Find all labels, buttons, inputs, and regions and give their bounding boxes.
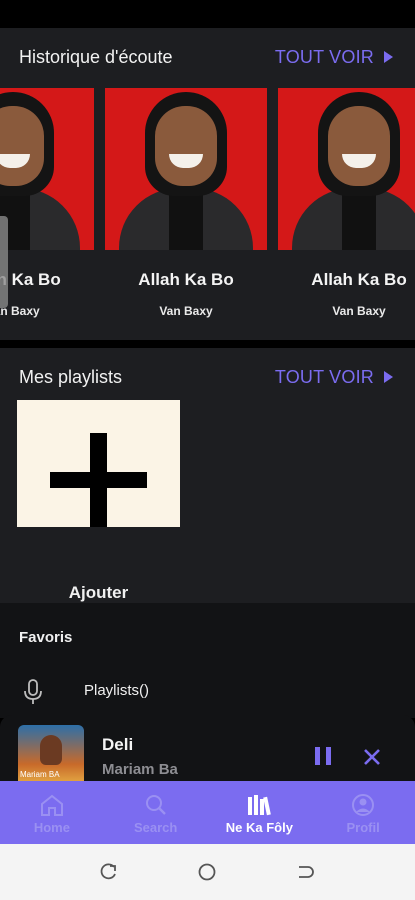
close-icon xyxy=(364,749,380,765)
plus-icon-bar xyxy=(50,472,147,488)
home-circle-icon[interactable] xyxy=(198,863,216,881)
playlists-title: Mes playlists xyxy=(19,366,123,387)
nav-label-search: Search xyxy=(133,820,178,835)
nav-item-home[interactable]: Home xyxy=(0,781,104,844)
track-artist: Van Baxy xyxy=(0,304,40,318)
history-header: Historique d'écoute TOUT VOIR xyxy=(19,45,393,69)
system-navigation-bar xyxy=(0,844,415,900)
nav-label-library: Ne Ka Fôly xyxy=(225,820,293,835)
player-cover-image: Mariam BA xyxy=(18,725,84,781)
track-artist: Van Baxy xyxy=(159,304,213,318)
track-cover-image xyxy=(0,88,94,250)
playlists-see-all-label: TOUT VOIR xyxy=(274,366,374,387)
track-title: Allah Ka Bo xyxy=(311,270,407,289)
track-title: Allah Ka Bo xyxy=(138,270,234,289)
nav-item-library[interactable]: Ne Ka Fôly xyxy=(208,781,312,844)
nav-label-profile: Profil xyxy=(346,820,380,835)
history-track-card[interactable]: Allah Ka Bo Van Baxy xyxy=(105,88,267,318)
close-player-button[interactable] xyxy=(361,746,383,768)
nav-item-search[interactable]: Search xyxy=(104,781,208,844)
track-cover-image xyxy=(278,88,415,250)
player-track-title: Deli xyxy=(102,735,134,754)
history-see-all-button[interactable]: TOUT VOIR xyxy=(275,47,393,68)
history-title: Historique d'écoute xyxy=(19,46,173,67)
back-icon[interactable] xyxy=(296,863,314,881)
track-title: Allah Ka Bo xyxy=(0,270,61,289)
microphone-icon xyxy=(24,679,42,704)
playlists-header: Mes playlists TOUT VOIR xyxy=(19,365,393,389)
favorites-section: Favoris Playlists() xyxy=(0,603,415,718)
status-bar xyxy=(0,0,415,28)
favorites-title: Favoris xyxy=(19,629,73,646)
search-icon xyxy=(145,795,166,815)
playlists-section: Mes playlists TOUT VOIR Ajouter xyxy=(0,348,415,603)
nav-label-home: Home xyxy=(33,820,70,835)
player-track-artist: Mariam Ba xyxy=(102,761,178,778)
history-section: Historique d'écoute TOUT VOIR Allah Ka B… xyxy=(0,28,415,340)
play-arrow-icon xyxy=(384,371,393,383)
playlists-see-all-button[interactable]: TOUT VOIR xyxy=(275,367,393,388)
add-playlist-label[interactable]: Ajouter xyxy=(17,583,180,603)
track-artist: Van Baxy xyxy=(332,304,386,318)
player-cover-text: Mariam BA xyxy=(20,770,60,779)
mini-player[interactable]: Mariam BA Deli Mariam Ba xyxy=(0,715,415,781)
play-arrow-icon xyxy=(384,51,393,63)
pause-button[interactable] xyxy=(315,747,333,765)
history-track-list: Allah Ka Bo Van Baxy Allah Ka Bo Van Bax… xyxy=(0,88,415,328)
track-cover-image xyxy=(105,88,267,250)
add-playlist-button[interactable] xyxy=(17,400,180,527)
history-see-all-label: TOUT VOIR xyxy=(274,46,374,67)
nav-item-profile[interactable]: Profil xyxy=(311,781,415,844)
edge-scroll-handle[interactable] xyxy=(0,216,8,308)
library-icon xyxy=(248,795,272,816)
home-icon xyxy=(40,794,63,816)
bottom-navigation: Home Search Ne Ka Fôly Profil xyxy=(0,781,415,844)
pause-icon xyxy=(315,747,320,765)
history-track-card[interactable]: Allah Ka Bo Van Baxy xyxy=(0,88,94,318)
profile-icon xyxy=(352,794,375,816)
history-track-card[interactable]: Allah Ka Bo Van Baxy xyxy=(278,88,415,318)
recent-apps-icon[interactable] xyxy=(100,863,118,881)
favorites-playlists-item[interactable]: Playlists() xyxy=(84,682,149,699)
